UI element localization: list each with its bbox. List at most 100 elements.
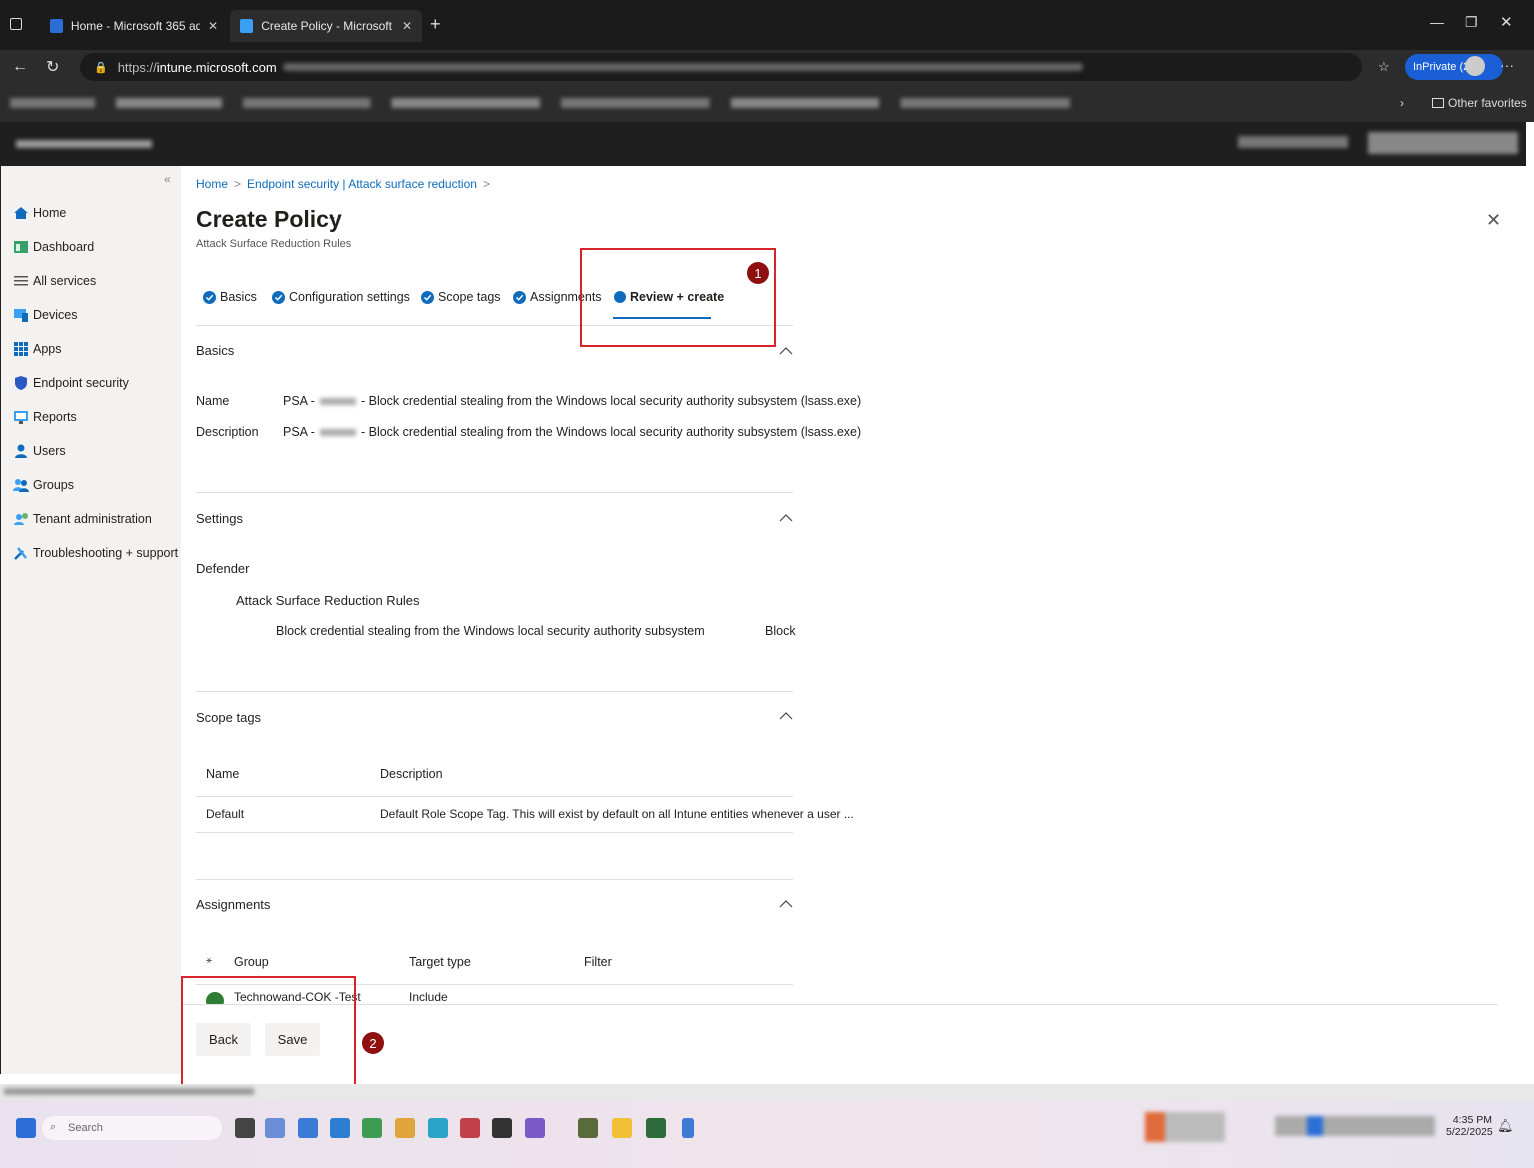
clock[interactable]: 4:35 PM 5/22/2025 bbox=[1446, 1114, 1493, 1138]
sidebar-item-label: Groups bbox=[33, 478, 74, 492]
file-explorer-icon[interactable] bbox=[612, 1118, 632, 1138]
breadcrumb-separator: > bbox=[234, 177, 242, 191]
taskview-icon[interactable] bbox=[235, 1118, 255, 1138]
checkmark-icon bbox=[421, 290, 434, 304]
sidebar-item-reports[interactable]: Reports bbox=[13, 406, 77, 428]
shield-icon bbox=[13, 375, 29, 391]
sidebar-item-dashboard[interactable]: Dashboard bbox=[13, 236, 94, 258]
edge-icon[interactable] bbox=[330, 1118, 350, 1138]
close-tab-icon[interactable]: ✕ bbox=[402, 19, 412, 33]
profile-avatar[interactable] bbox=[1465, 56, 1485, 76]
settings-rule: Block credential stealing from the Windo… bbox=[276, 624, 705, 638]
sidebar-item-label: All services bbox=[33, 274, 97, 288]
close-icon[interactable]: ✕ bbox=[1486, 210, 1501, 231]
assignment-target: Include bbox=[409, 990, 448, 1004]
sidebar-item-label: Apps bbox=[33, 342, 62, 356]
sidebar-item-all-services[interactable]: All services bbox=[13, 270, 96, 292]
list-icon bbox=[13, 273, 29, 289]
tab-scope-tags[interactable]: Scope tags bbox=[421, 286, 501, 308]
footer-divider bbox=[181, 1004, 1498, 1005]
collapse-sidebar-icon[interactable]: « bbox=[164, 172, 171, 186]
chrome-icon[interactable] bbox=[395, 1118, 415, 1138]
annotation-marker-1: 1 bbox=[747, 262, 769, 284]
browser-tab-intune[interactable]: Create Policy - Microsoft Intune a ✕ bbox=[230, 10, 422, 42]
description-value-suffix: - Block credential stealing from the Win… bbox=[360, 425, 862, 439]
browser-tab-admin-center[interactable]: Home - Microsoft 365 admin cent ✕ bbox=[40, 10, 228, 42]
app-icon[interactable] bbox=[362, 1118, 382, 1138]
sidebar-item-apps[interactable]: Apps bbox=[13, 338, 62, 360]
tenant-icon bbox=[13, 511, 29, 527]
sidebar-item-home[interactable]: Home bbox=[13, 202, 66, 224]
tab-basics[interactable]: Basics bbox=[203, 286, 257, 308]
sidebar-item-label: Reports bbox=[33, 410, 77, 424]
app-icon[interactable] bbox=[578, 1118, 598, 1138]
sidebar-item-tenant-administration[interactable]: Tenant administration bbox=[13, 508, 152, 530]
name-value-suffix: - Block credential stealing from the Win… bbox=[360, 394, 862, 408]
chevron-up-icon[interactable] bbox=[779, 897, 793, 911]
url-field[interactable]: 🔒 https:// intune.microsoft.com bbox=[80, 53, 1362, 81]
annotation-box-save bbox=[181, 976, 356, 1089]
account-redacted bbox=[1368, 132, 1518, 154]
inprivate-badge[interactable]: InPrivate (2) bbox=[1405, 54, 1503, 80]
sidebar-item-endpoint-security[interactable]: Endpoint security bbox=[13, 372, 129, 394]
start-icon[interactable] bbox=[16, 1118, 36, 1138]
groups-icon bbox=[13, 477, 29, 493]
breadcrumb-section-link[interactable]: Endpoint security | Attack surface reduc… bbox=[247, 177, 477, 191]
app-icon[interactable] bbox=[265, 1118, 285, 1138]
teams-icon[interactable] bbox=[525, 1118, 545, 1138]
app-icon[interactable] bbox=[682, 1118, 694, 1138]
app-icon[interactable] bbox=[460, 1118, 480, 1138]
sidebar-item-label: Devices bbox=[33, 308, 78, 322]
sidebar-item-troubleshooting[interactable]: Troubleshooting + support bbox=[13, 542, 178, 564]
sidebar-item-label: Dashboard bbox=[33, 240, 95, 254]
restore-icon[interactable]: ❐ bbox=[1465, 14, 1478, 31]
chevron-right-icon[interactable]: › bbox=[1400, 96, 1404, 110]
new-tab-icon[interactable]: + bbox=[430, 14, 441, 35]
table-row[interactable]: Default Default Role Scope Tag. This wil… bbox=[196, 797, 854, 831]
redacted-text bbox=[319, 397, 356, 405]
back-arrow-icon[interactable]: ← bbox=[12, 58, 28, 76]
tab-configuration-settings[interactable]: Configuration settings bbox=[272, 286, 410, 308]
checkmark-icon bbox=[203, 290, 216, 304]
folder-icon bbox=[1432, 98, 1444, 108]
refresh-icon[interactable]: ↻ bbox=[46, 57, 59, 77]
apps-icon bbox=[13, 341, 29, 357]
close-window-icon[interactable]: ✕ bbox=[1500, 13, 1513, 31]
chevron-up-icon[interactable] bbox=[779, 511, 793, 525]
table-header-group: Group bbox=[234, 955, 269, 969]
sidebar-item-users[interactable]: Users bbox=[13, 440, 66, 462]
lock-icon: 🔒 bbox=[94, 61, 108, 74]
checkmark-icon bbox=[513, 290, 526, 304]
terminal-icon[interactable] bbox=[492, 1118, 512, 1138]
chevron-up-icon[interactable] bbox=[779, 709, 793, 723]
home-icon bbox=[13, 205, 29, 221]
sidebar-item-devices[interactable]: Devices bbox=[13, 304, 77, 326]
tab-label: Home - Microsoft 365 admin cent bbox=[70, 19, 200, 33]
app-icon[interactable] bbox=[298, 1118, 318, 1138]
tab-actions-icon[interactable] bbox=[10, 18, 22, 30]
system-tray-redacted bbox=[1275, 1116, 1435, 1136]
more-options-icon[interactable]: ··· bbox=[328, 210, 340, 224]
close-tab-icon[interactable]: ✕ bbox=[208, 19, 218, 33]
other-favorites[interactable]: Other favorites bbox=[1432, 96, 1527, 110]
breadcrumb-home-link[interactable]: Home bbox=[196, 177, 228, 191]
more-menu-icon[interactable]: ··· bbox=[1500, 57, 1514, 73]
favorites-redacted bbox=[10, 98, 1070, 108]
main-content: Home > Endpoint security | Attack surfac… bbox=[181, 166, 1526, 1074]
app-icon[interactable] bbox=[428, 1118, 448, 1138]
search-box[interactable]: ⌕ Search bbox=[42, 1116, 222, 1140]
redacted-text bbox=[319, 428, 356, 436]
app-icon[interactable] bbox=[646, 1118, 666, 1138]
settings-subgroup: Attack Surface Reduction Rules bbox=[236, 593, 420, 608]
page-subtitle: Attack Surface Reduction Rules bbox=[196, 238, 352, 250]
minimize-icon[interactable]: — bbox=[1430, 14, 1444, 30]
section-title-settings: Settings bbox=[196, 511, 243, 526]
tab-label: Basics bbox=[220, 290, 257, 304]
section-title-basics: Basics bbox=[196, 343, 235, 358]
notification-bell-icon[interactable]: 🔔︎ bbox=[1497, 1118, 1514, 1134]
favorites-icon[interactable]: ☆ bbox=[1378, 59, 1390, 75]
sidebar-item-groups[interactable]: Groups bbox=[13, 474, 74, 496]
scope-tag-description: Default Role Scope Tag. This will exist … bbox=[380, 807, 854, 821]
devices-icon bbox=[13, 307, 29, 323]
chevron-up-icon[interactable] bbox=[779, 344, 793, 358]
